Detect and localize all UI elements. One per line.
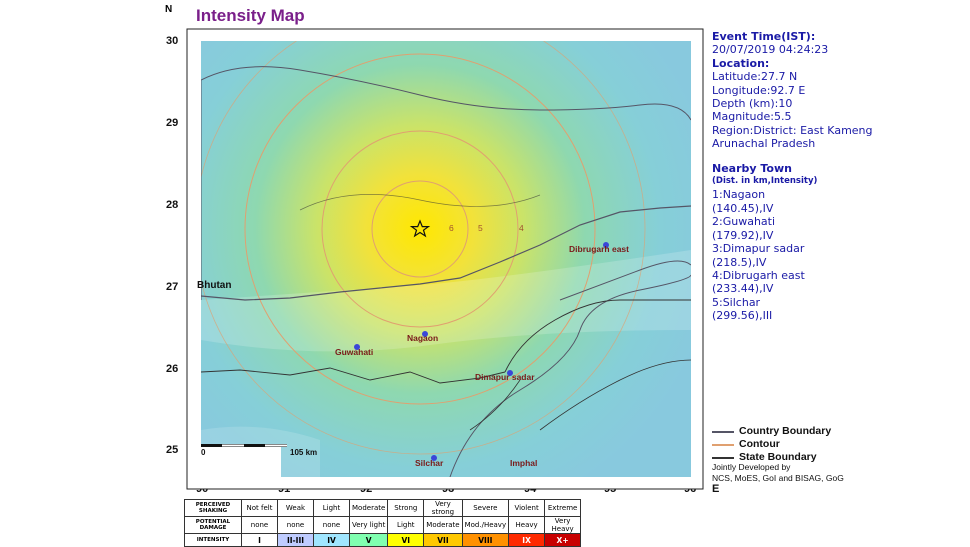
town-label-nagaon: Nagaon [407, 333, 439, 343]
damage-cell: none [277, 516, 314, 534]
town-label-imphal: Imphal [510, 458, 538, 468]
damage-cell: Mod./Heavy [461, 516, 510, 534]
region-value: Region:District: East Kameng [712, 123, 873, 137]
legend-contour: Contour [712, 438, 962, 451]
depth-value: Depth (km):10 [712, 97, 793, 111]
credit-text: Jointly Developed by NCS, MoES, GoI and … [712, 462, 844, 484]
nearby-item: 3:Dimapur sadar [712, 242, 805, 256]
shaking-row: PERCEIVED SHAKING Not felt Weak Light Mo… [184, 499, 582, 517]
scale-end-label: 105 km [290, 448, 318, 457]
shaking-cell: Weak [277, 499, 314, 517]
nearby-item: (299.56),III [712, 309, 773, 323]
longitude-value: Longitude:92.7 E [712, 83, 806, 97]
credit-line-1: Jointly Developed by [712, 462, 791, 472]
map-legend: Country Boundary Contour State Boundary [712, 425, 962, 464]
legend-contour-swatch [712, 444, 734, 446]
region-value-2: Arunachal Pradesh [712, 137, 816, 151]
nearby-item: (179.92),IV [712, 228, 774, 242]
town-label-dimapur: Dimapur sadar [475, 372, 535, 382]
nearby-item: (140.45),IV [712, 201, 774, 215]
scale-box [201, 445, 281, 477]
damage-cell: Very light [348, 516, 389, 534]
legend-state-swatch [712, 457, 734, 459]
nearby-item: 5:Silchar [712, 295, 761, 309]
country-label-bhutan: Bhutan [197, 280, 232, 291]
nearby-town-label: Nearby Town [712, 161, 792, 175]
shaking-cell: Strong [387, 499, 425, 517]
legend-country-boundary: Country Boundary [712, 425, 962, 438]
damage-cell: Moderate [423, 516, 463, 534]
contour-label-6: 6 [449, 223, 454, 233]
intensity-scale-table: PERCEIVED SHAKING Not felt Weak Light Mo… [184, 499, 582, 547]
location-label: Location: [712, 56, 770, 70]
nearby-item: (233.44),IV [712, 282, 774, 296]
legend-country-label: Country Boundary [739, 425, 832, 437]
shaking-cell: Not felt [241, 499, 278, 517]
shaking-field [201, 41, 691, 477]
damage-cell: none [313, 516, 350, 534]
scale-start-label: 0 [201, 448, 206, 457]
damage-cell: Light [387, 516, 425, 534]
damage-cell: Heavy [508, 516, 546, 534]
row-head-shaking: PERCEIVED SHAKING [184, 499, 242, 517]
damage-row: POTENTIAL DAMAGE none none none Very lig… [184, 516, 582, 534]
credit-line-2: NCS, MoES, GoI and BISAG, GoG [712, 473, 844, 483]
nearby-town-subtitle: (Dist. in km,Intensity) [712, 176, 818, 187]
latitude-value: Latitude:27.7 N [712, 70, 798, 84]
event-time-label: Event Time(IST): [712, 30, 816, 43]
shaking-cell: Moderate [348, 499, 389, 517]
nearby-item: 2:Guwahati [712, 215, 776, 229]
nearby-item: 4:Dibrugarh east [712, 268, 805, 282]
magnitude-value: Magnitude:5.5 [712, 110, 792, 124]
contour-label-4: 4 [519, 223, 524, 233]
scale-bar [201, 444, 287, 447]
legend-contour-label: Contour [739, 438, 780, 450]
town-label-silchar: Silchar [415, 458, 444, 468]
shaking-cell: Violent [508, 499, 546, 517]
nearby-item: 1:Nagaon [712, 188, 766, 202]
town-label-dibrugarh: Dibrugarh east [569, 244, 629, 254]
damage-cell: Very Heavy [544, 516, 582, 534]
row-head-damage: POTENTIAL DAMAGE [184, 516, 242, 534]
damage-cell: none [241, 516, 278, 534]
shaking-cell: Extreme [544, 499, 582, 517]
legend-country-swatch [712, 431, 734, 433]
nearby-item: (218.5),IV [712, 255, 767, 269]
shaking-cell: Light [313, 499, 350, 517]
shaking-cell: Severe [461, 499, 510, 517]
shaking-cell: Very strong [423, 499, 463, 517]
contour-label-5: 5 [478, 223, 483, 233]
event-info-panel: Event Time(IST): 20/07/2019 04:24:23 Loc… [712, 30, 962, 323]
town-label-guwahati: Guwahati [335, 347, 374, 357]
event-time-value: 20/07/2019 04:24:23 [712, 43, 829, 57]
